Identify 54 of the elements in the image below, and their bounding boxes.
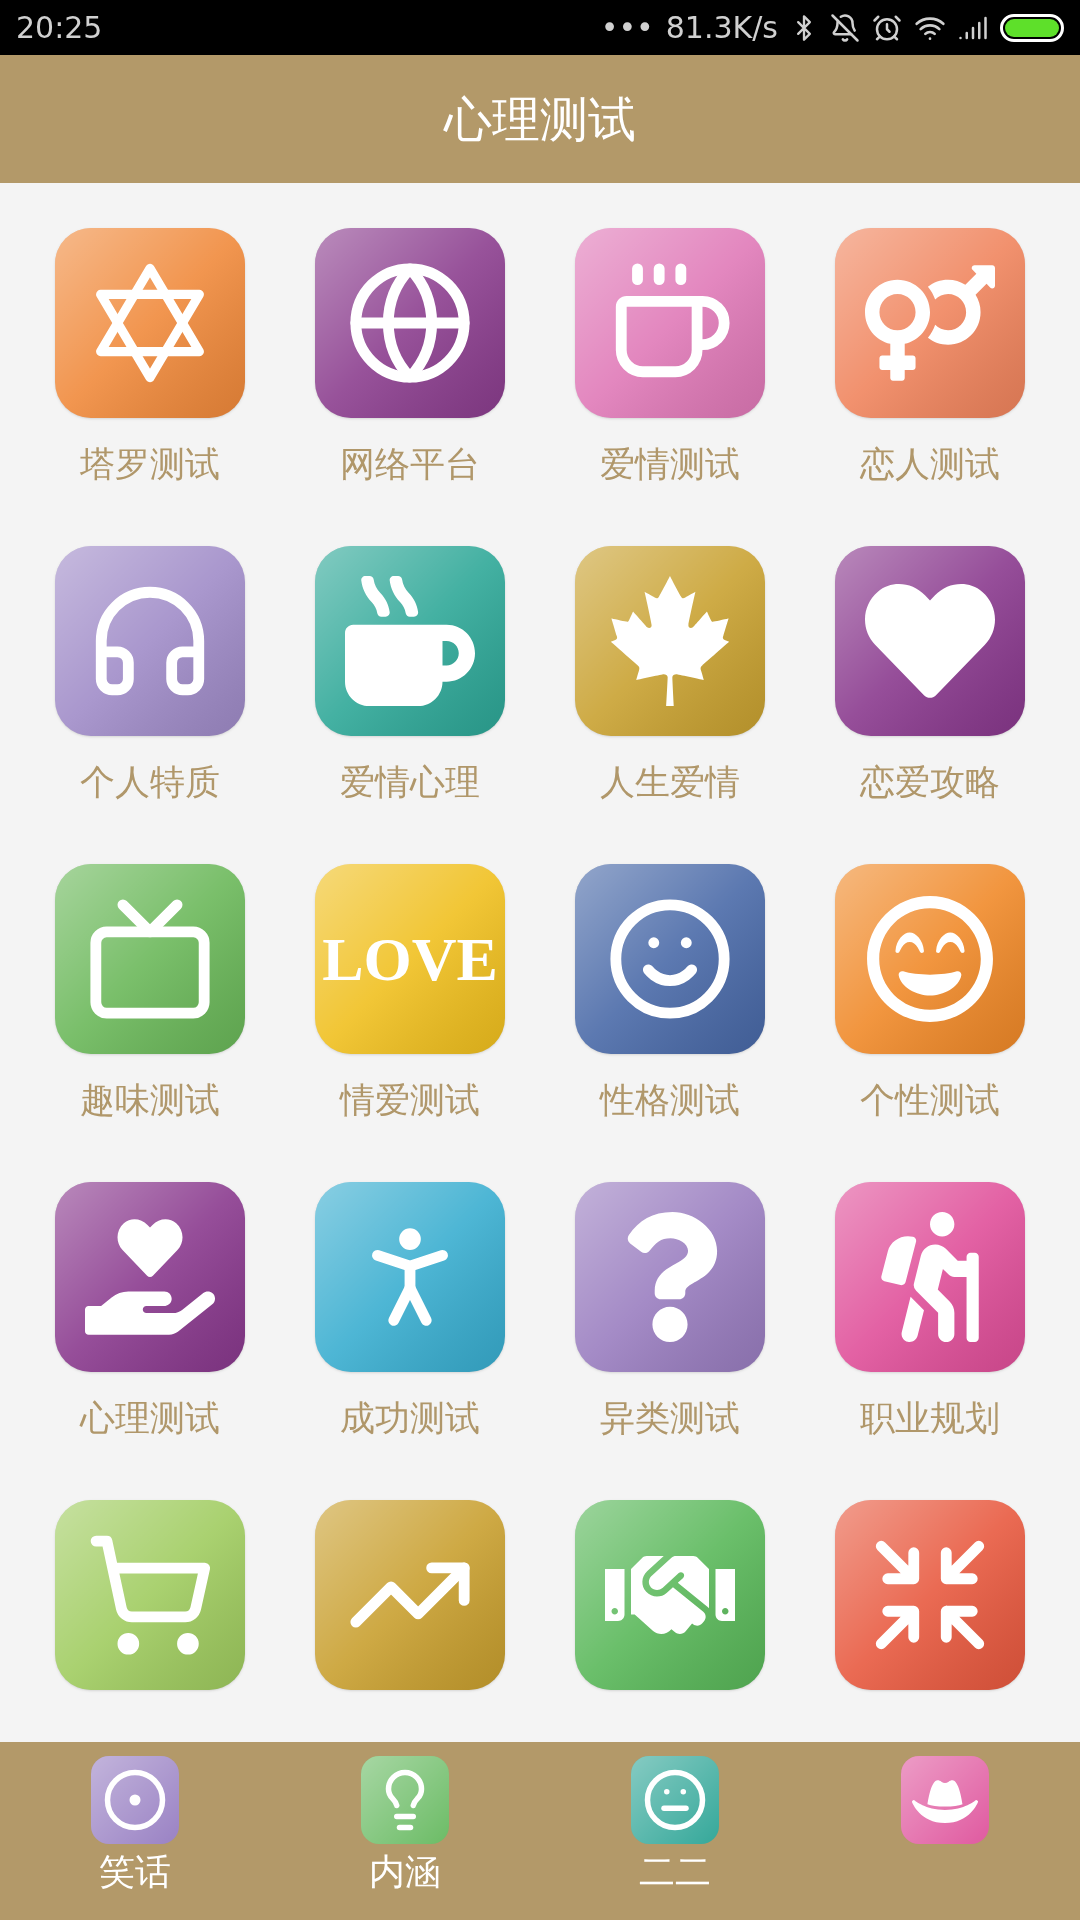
app-tile[interactable] [575,1500,765,1690]
nav-tab[interactable] [631,1756,719,1844]
app-tile[interactable] [835,1500,1025,1690]
tile-label[interactable]: 网络平台 [340,440,480,488]
tile-label[interactable]: 爱情心理 [340,758,480,806]
battery-icon [1000,13,1064,42]
app-tile[interactable] [575,546,765,736]
app-tile[interactable] [55,1500,245,1690]
nav-tab[interactable] [901,1756,989,1844]
app-tile[interactable] [55,546,245,736]
tile-label[interactable]: 情爱测试 [340,1076,480,1124]
app-tile[interactable] [315,228,505,418]
tile-label[interactable]: 心理测试 [80,1394,220,1442]
steaming-cup-icon [345,576,475,706]
tile-label[interactable]: 职业规划 [860,1394,1000,1442]
bell-off-icon [830,12,860,43]
face-icon [642,1767,708,1833]
tile-label[interactable]: 爱情测试 [600,440,740,488]
tile-label[interactable]: 趣味测试 [80,1076,220,1124]
app-tile[interactable] [835,228,1025,418]
tile-label[interactable]: 成功测试 [340,1394,480,1442]
status-time: 20:25 [16,9,103,47]
nav-tab[interactable] [91,1756,179,1844]
page-title: 心理测试 [444,90,636,149]
tile-text: LOVE [322,923,498,995]
app-tile[interactable] [315,1500,505,1690]
app-tile[interactable] [835,546,1025,736]
app-tile[interactable] [835,864,1025,1054]
app-tile[interactable] [575,1182,765,1372]
nav-tab[interactable] [361,1756,449,1844]
nav-label[interactable]: 内涵 [369,1848,441,1896]
tile-label[interactable]: 恋人测试 [860,440,1000,488]
app-tile[interactable] [55,864,245,1054]
tile-label[interactable]: 性格测试 [600,1076,740,1124]
nav-label[interactable]: 二二 [639,1848,711,1896]
app-tile[interactable] [315,1182,505,1372]
app-tile[interactable] [315,546,505,736]
network-speed: 81.3K/s [665,9,778,47]
app-tile[interactable] [55,1182,245,1372]
tile-label[interactable]: 个性测试 [860,1076,1000,1124]
alarm-icon [872,12,902,43]
app-tile[interactable] [55,228,245,418]
tile-label[interactable]: 个人特质 [80,758,220,806]
tile-label[interactable]: 恋爱攻略 [860,758,1000,806]
tile-label[interactable]: 塔罗测试 [80,440,220,488]
tile-label[interactable]: 人生爱情 [600,758,740,806]
app-tile[interactable] [575,864,765,1054]
app-tile[interactable]: LOVE [315,864,505,1054]
nav-label[interactable]: 笑话 [99,1848,171,1896]
app-tile[interactable] [575,228,765,418]
tile-label[interactable]: 异类测试 [600,1394,740,1442]
app-tile[interactable] [835,1182,1025,1372]
status-dots: ••• [600,9,654,47]
grinning-face-icon [865,894,995,1024]
